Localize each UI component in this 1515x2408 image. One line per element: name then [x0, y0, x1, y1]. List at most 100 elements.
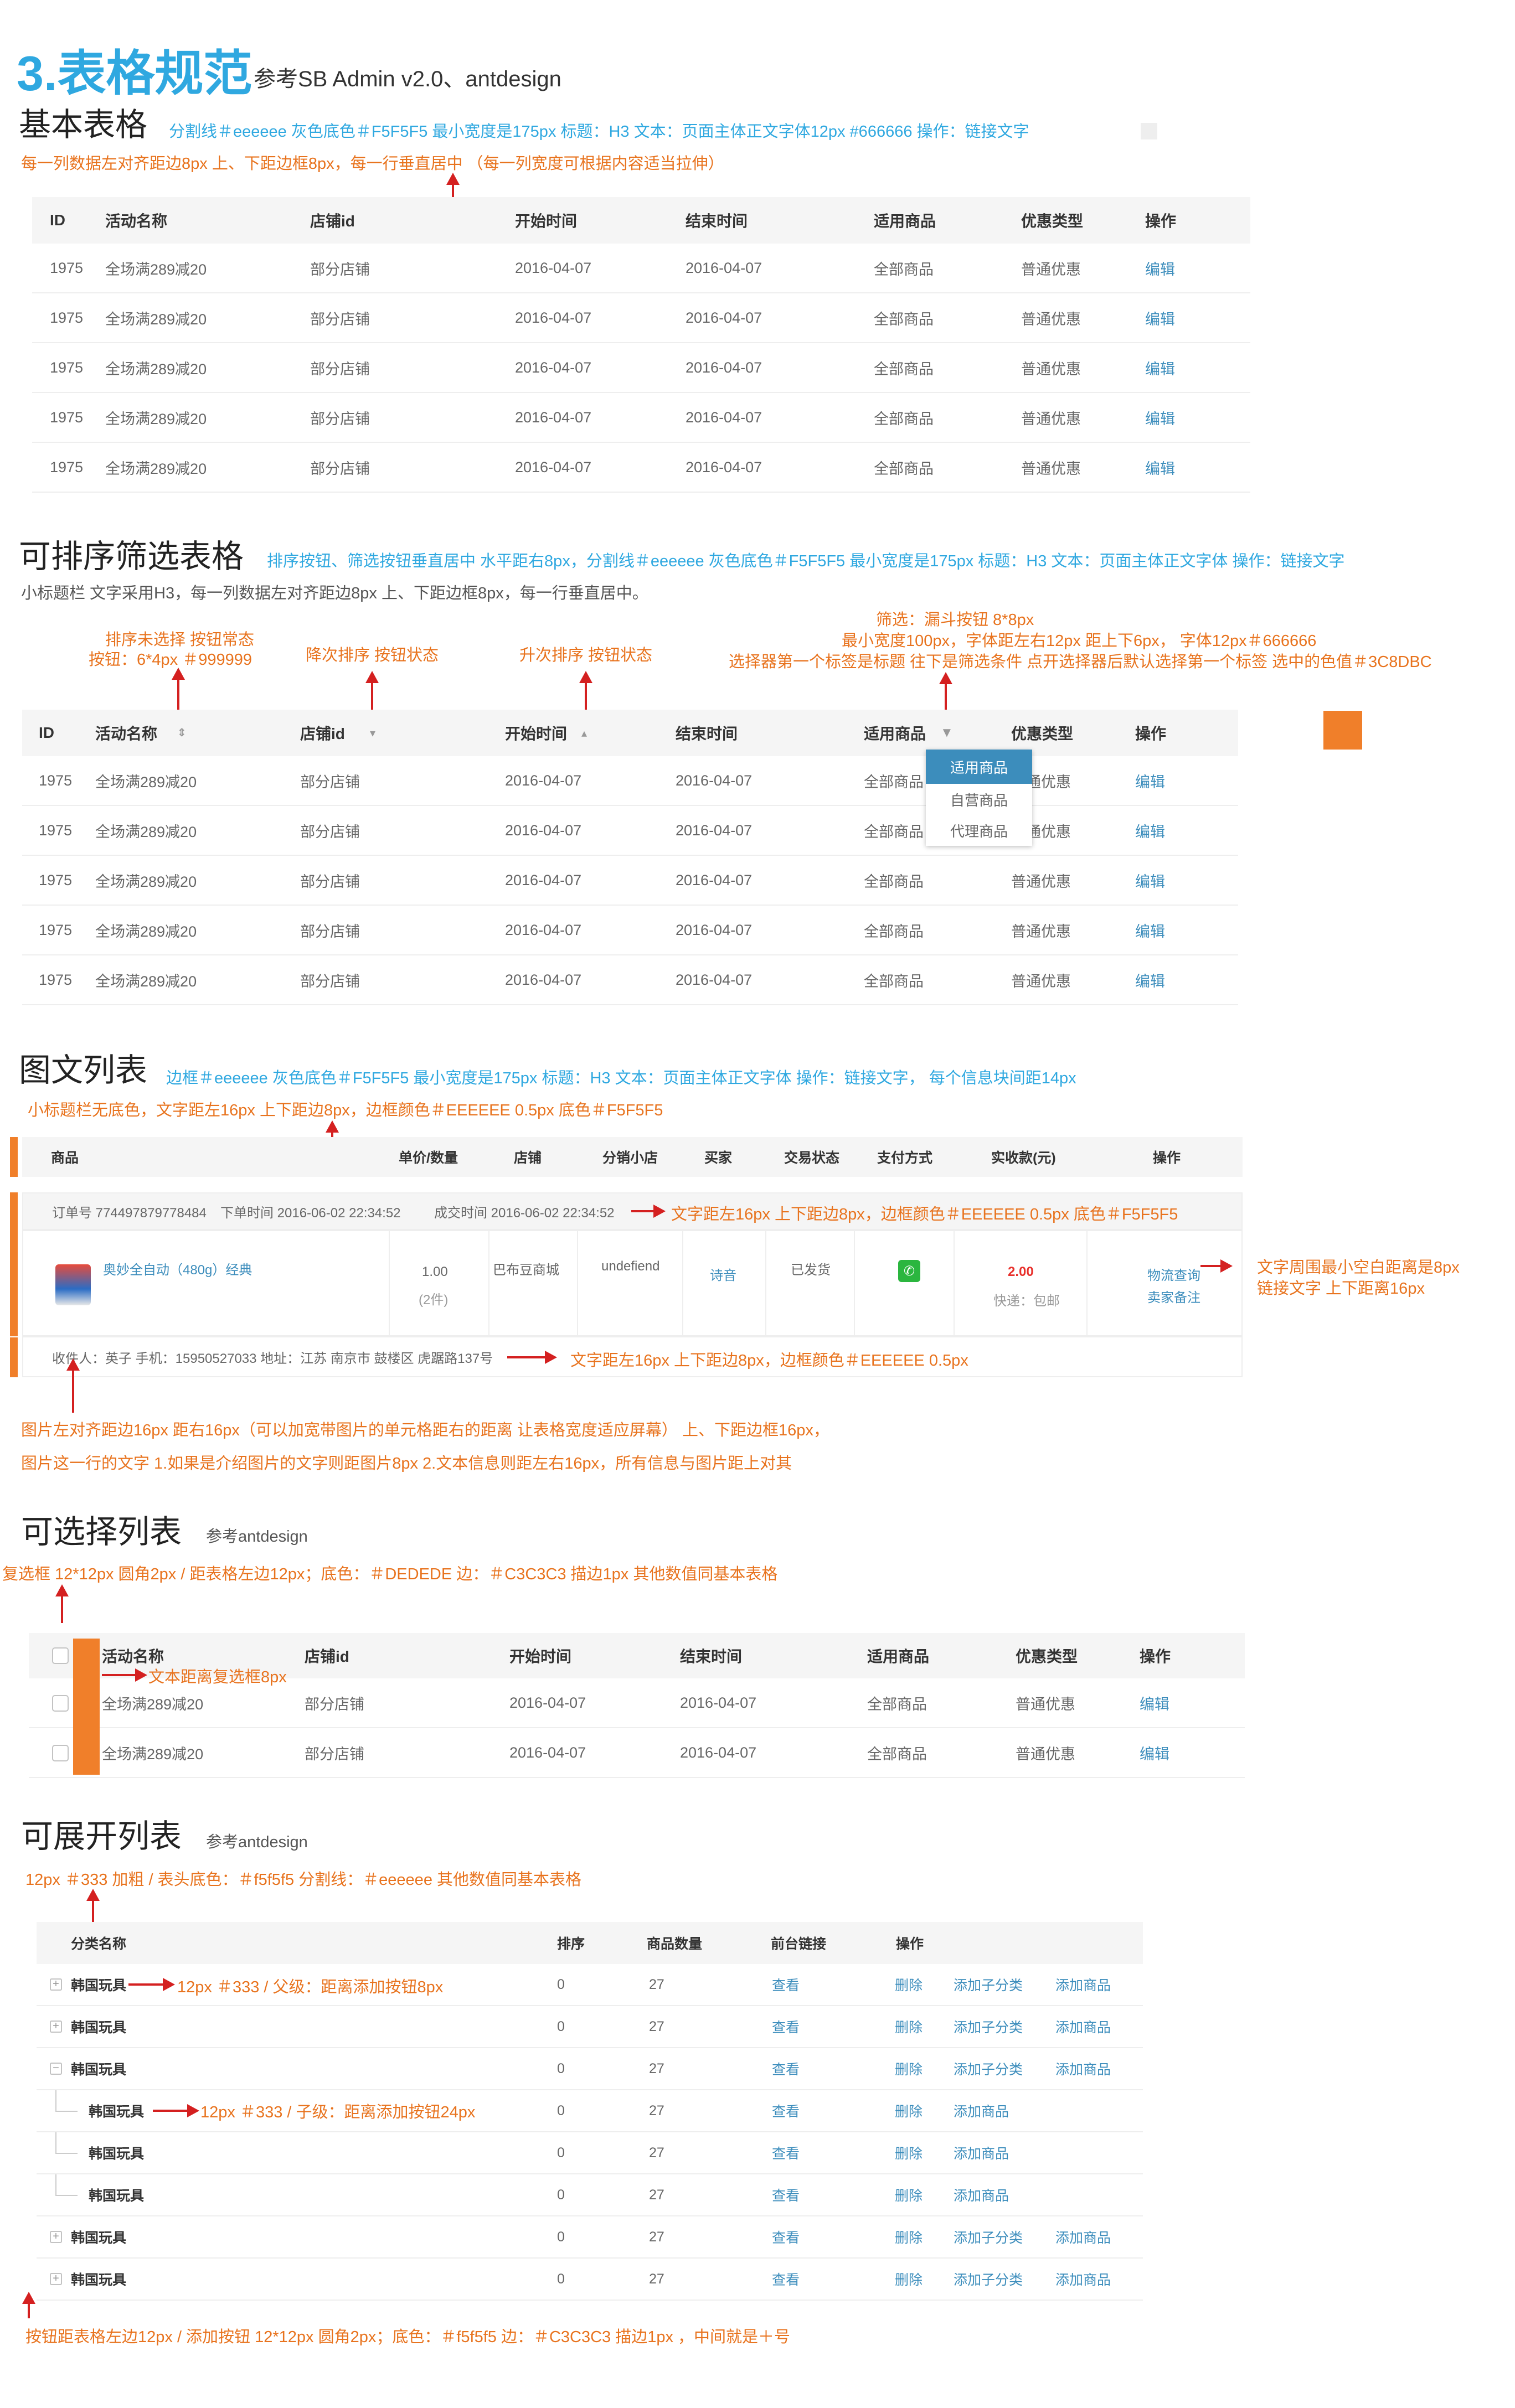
delete-link[interactable]: 删除	[895, 2090, 923, 2131]
edit-link[interactable]: 编辑	[1140, 1678, 1169, 1727]
product-count: 27	[649, 2060, 664, 2076]
column-divider	[854, 1231, 855, 1335]
column-header: 店铺id	[305, 1648, 349, 1665]
add-subcategory-link[interactable]: 添加子分类	[954, 2048, 1023, 2089]
row-checkbox[interactable]	[52, 1745, 69, 1761]
sort-desc-icon[interactable]: ▾	[370, 710, 375, 756]
column-divider	[488, 1231, 489, 1335]
spec-image-list: 边框＃eeeeee 灰色底色＃F5F5F5 最小宽度是175px 标题：H3 文…	[166, 1069, 1076, 1087]
delete-link[interactable]: 删除	[895, 2006, 923, 2047]
edit-link[interactable]: 编辑	[1145, 343, 1175, 392]
edit-link[interactable]: 编辑	[1135, 856, 1165, 905]
column-header: 活动名称	[95, 725, 158, 742]
edit-link[interactable]: 编辑	[1140, 1728, 1169, 1777]
add-product-link[interactable]: 添加商品	[954, 2090, 1009, 2131]
category-name: 韩国玩具	[89, 2188, 145, 2204]
category-name: 韩国玩具	[89, 2146, 145, 2162]
column-divider	[389, 1231, 390, 1335]
category-name: 韩国玩具	[71, 2272, 127, 2288]
tree-line	[55, 2174, 56, 2195]
product-name-link[interactable]: 奥妙全自动（480g）经典	[103, 1259, 252, 1278]
table-cell: 1975	[50, 409, 84, 426]
table-cell: 普通优惠	[1021, 261, 1081, 278]
view-link[interactable]: 查看	[772, 2259, 800, 2300]
table-row: 1975 全场满289减20 部分店铺 2016-04-07 2016-04-07 全部商…	[22, 955, 1238, 1005]
edit-link[interactable]: 编辑	[1145, 393, 1175, 442]
delete-link[interactable]: 删除	[895, 2259, 923, 2300]
add-subcategory-link[interactable]: 添加子分类	[954, 2259, 1023, 2300]
dropdown-option[interactable]: 自营商品	[926, 784, 1032, 815]
column-divider	[577, 1231, 578, 1335]
add-product-link[interactable]: 添加商品	[954, 2174, 1009, 2215]
edit-link[interactable]: 编辑	[1135, 756, 1165, 805]
expand-plus-icon[interactable]: +	[50, 2231, 62, 2243]
add-product-link[interactable]: 添加商品	[1055, 2259, 1111, 2300]
dropdown-option[interactable]: 适用商品	[926, 750, 1032, 784]
view-link[interactable]: 查看	[772, 2006, 800, 2047]
expand-plus-icon[interactable]: +	[50, 2021, 62, 2033]
add-subcategory-link[interactable]: 添加子分类	[954, 2006, 1023, 2047]
add-product-link[interactable]: 添加商品	[1055, 2216, 1111, 2257]
expand-plus-icon[interactable]: +	[50, 1978, 62, 1991]
sort-both-icon[interactable]: ⇕	[177, 710, 187, 756]
view-link[interactable]: 查看	[772, 2048, 800, 2089]
add-subcategory-link[interactable]: 添加子分类	[954, 1964, 1023, 2005]
table-row: 1975 全场满289减20 部分店铺 2016-04-07 2016-04-07 全部商…	[32, 293, 1250, 343]
collapse-minus-icon[interactable]: −	[50, 2063, 62, 2075]
edit-link[interactable]: 编辑	[1145, 244, 1175, 292]
logistics-link[interactable]: 物流查询	[1147, 1264, 1200, 1284]
edit-link[interactable]: 编辑	[1135, 906, 1165, 954]
seller-note-link[interactable]: 卖家备注	[1147, 1286, 1200, 1306]
sort-asc-icon[interactable]: ▴	[581, 710, 587, 756]
edit-link[interactable]: 编辑	[1145, 293, 1175, 342]
table-cell: 全场满289减20	[105, 410, 207, 427]
order-time: 下单时间 2016-06-02 22:34:52	[220, 1205, 401, 1221]
edit-link[interactable]: 编辑	[1135, 955, 1165, 1004]
add-subcategory-link[interactable]: 添加子分类	[954, 2216, 1023, 2257]
sort-value: 0	[557, 1976, 565, 1992]
delete-link[interactable]: 删除	[895, 2216, 923, 2257]
add-product-link[interactable]: 添加商品	[954, 2132, 1009, 2173]
table-cell: 部分店铺	[310, 360, 370, 378]
edit-link[interactable]: 编辑	[1135, 806, 1165, 855]
sort-value: 0	[557, 2060, 565, 2076]
dropdown-option[interactable]: 代理商品	[926, 815, 1032, 846]
expand-plus-icon[interactable]: +	[50, 2273, 62, 2285]
row-checkbox[interactable]	[52, 1695, 69, 1712]
table-cell: 1975	[39, 821, 73, 839]
table-cell: 2016-04-07	[676, 821, 753, 839]
table-cell: 全部商品	[864, 873, 924, 890]
deal-time: 成交时间 2016-06-02 22:34:52	[434, 1205, 615, 1221]
delete-link[interactable]: 删除	[895, 2174, 923, 2215]
column-header: 支付方式	[877, 1150, 933, 1166]
view-link[interactable]: 查看	[772, 2174, 800, 2215]
orange-marker	[10, 1230, 18, 1336]
section-title-image-list: 图文列表	[19, 1052, 148, 1088]
table-cell: 全部商品	[874, 261, 934, 278]
edit-link[interactable]: 编辑	[1145, 443, 1175, 492]
ann-filter-2: 最小宽度100px，字体距左右12px 距上下6px， 字体12px＃66666…	[842, 632, 1317, 650]
delete-link[interactable]: 删除	[895, 1964, 923, 2005]
delete-link[interactable]: 删除	[895, 2132, 923, 2173]
column-header: ID	[39, 724, 54, 741]
tree-line	[55, 2090, 56, 2111]
view-link[interactable]: 查看	[772, 1964, 800, 2005]
add-product-link[interactable]: 添加商品	[1055, 2006, 1111, 2047]
delete-link[interactable]: 删除	[895, 2048, 923, 2089]
buyer-link[interactable]: 诗音	[710, 1264, 736, 1284]
select-all-checkbox[interactable]	[52, 1647, 69, 1664]
table-cell: 部分店铺	[305, 1696, 364, 1713]
filter-dropdown: 适用商品 自营商品 代理商品	[926, 750, 1032, 846]
category-name: 韩国玩具	[71, 2230, 127, 2246]
product-row: 奥妙全自动（480g）经典 1.00 (2件) 巴布豆商城 undefiend 诗音 已发货…	[22, 1230, 1243, 1336]
table-cell: 1975	[39, 971, 73, 988]
view-link[interactable]: 查看	[772, 2216, 800, 2257]
add-product-link[interactable]: 添加商品	[1055, 1964, 1111, 2005]
order-number: 订单号 774497879778484	[52, 1205, 207, 1221]
add-product-link[interactable]: 添加商品	[1055, 2048, 1111, 2089]
view-link[interactable]: 查看	[772, 2132, 800, 2173]
view-link[interactable]: 查看	[772, 2090, 800, 2131]
product-count: 27	[649, 2145, 664, 2161]
table-header: 商品 单价/数量 店铺 分销小店 买家 交易状态 支付方式 实收款(元) 操作	[22, 1137, 1243, 1177]
table-cell: 2016-04-07	[505, 921, 582, 938]
